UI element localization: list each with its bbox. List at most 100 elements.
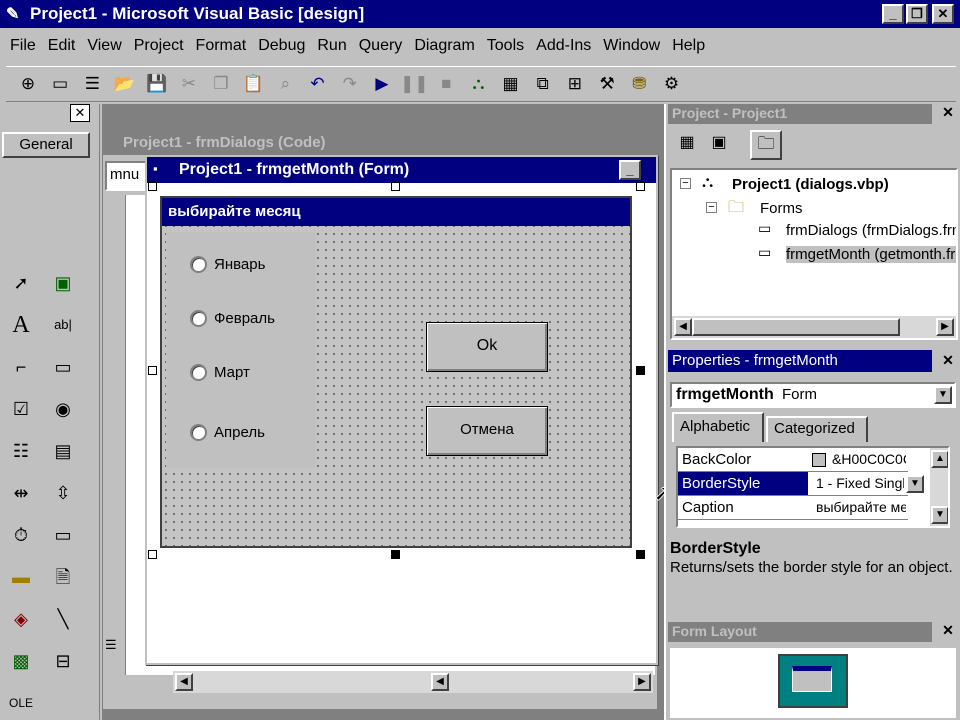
pointer-tool-icon[interactable]: ➚ [4, 266, 38, 300]
tree-scroll-thumb[interactable] [692, 318, 900, 336]
close-button[interactable]: ✕ [932, 4, 954, 24]
menu-view[interactable]: View [81, 33, 127, 59]
drivelistbox-tool-icon[interactable]: ▭ [46, 518, 80, 552]
code-hscrollbar[interactable]: ◀ ◀ ▶ [173, 671, 653, 693]
vscrollbar-tool-icon[interactable]: ⇳ [46, 476, 80, 510]
hscrollbar-tool-icon[interactable]: ⇹ [4, 476, 38, 510]
resize-handle-top[interactable] [391, 182, 400, 191]
data-tool-icon[interactable]: ⊟ [46, 644, 80, 678]
project-tree-hscrollbar[interactable]: ◀ ▶ [672, 316, 956, 338]
filelistbox-tool-icon[interactable]: 🗎 [46, 560, 80, 594]
listbox-tool-icon[interactable]: ▤ [46, 434, 80, 468]
copy-icon[interactable]: ❐ [207, 70, 235, 98]
timer-tool-icon[interactable]: ⏱ [4, 518, 38, 552]
tree-collapse-icon[interactable]: − [680, 178, 691, 189]
menu-project[interactable]: Project [128, 33, 190, 59]
resize-handle-bottom-left[interactable] [148, 550, 157, 559]
menu-run[interactable]: Run [311, 33, 352, 59]
add-form-icon[interactable]: ▭ [46, 70, 74, 98]
scroll-left-icon[interactable]: ◀ [175, 673, 193, 691]
resize-handle-top-right[interactable] [636, 182, 645, 191]
restore-button[interactable]: ❐ [906, 4, 928, 24]
option-january[interactable] [190, 256, 207, 273]
option-february[interactable] [190, 310, 207, 327]
line-tool-icon[interactable]: ╲ [46, 602, 80, 636]
toolbox-close-icon[interactable]: ✕ [70, 104, 90, 122]
option-march[interactable] [190, 364, 207, 381]
ok-button[interactable]: Ok [426, 322, 548, 372]
procedure-view-icon[interactable]: ☰ [105, 637, 125, 657]
tab-categorized[interactable]: Categorized [766, 416, 868, 442]
designed-form[interactable]: выбирайте месяц Январь Февраль Март Апре… [160, 196, 632, 548]
object-selector-dropdown-icon[interactable]: ▼ [934, 386, 952, 404]
toggle-folders-icon[interactable]: 🗀 [750, 130, 782, 160]
property-row-caption[interactable]: Caption выбирайте месяц [678, 496, 908, 520]
undo-icon[interactable]: ↶ [304, 70, 332, 98]
textbox-tool-icon[interactable]: ab| [46, 308, 80, 342]
start-icon[interactable]: ▶ [368, 70, 396, 98]
data-view-icon[interactable]: ⛃ [625, 70, 653, 98]
properties-titlebar[interactable]: Properties - frmgetMonth [668, 350, 932, 372]
project-explorer-titlebar[interactable]: Project - Project1 [668, 104, 932, 124]
view-object-icon[interactable]: ▣ [706, 132, 732, 158]
property-value[interactable]: 1 - Fixed Single [816, 475, 904, 491]
project-item-frmdialogs[interactable]: frmDialogs (frmDialogs.frm) [786, 222, 956, 239]
form-layout-titlebar[interactable]: Form Layout [668, 622, 932, 642]
form-designer-titlebar[interactable]: ▪ Project1 - frmgetMonth (Form) _ [147, 157, 656, 183]
forms-folder[interactable]: Forms [760, 200, 803, 217]
project-item-frmgetmonth[interactable]: frmgetMonth (getmonth.frm) [786, 246, 956, 263]
option-april[interactable] [190, 424, 207, 441]
resize-handle-top-left[interactable] [148, 182, 157, 191]
frame-tool-icon[interactable]: ⌐ [4, 350, 38, 384]
component-manager-icon[interactable]: ⚙ [657, 70, 685, 98]
form-designer-minimize-button[interactable]: _ [619, 160, 641, 180]
properties-close-icon[interactable]: ✕ [938, 352, 958, 370]
tree-scroll-left-icon[interactable]: ◀ [674, 318, 692, 336]
image-tool-icon[interactable]: ▩ [4, 644, 38, 678]
checkbox-tool-icon[interactable]: ☑ [4, 392, 38, 426]
tab-alphabetic[interactable]: Alphabetic [672, 412, 764, 442]
resize-handle-bottom[interactable] [391, 550, 400, 559]
toolbox-general-tab[interactable]: General [2, 132, 90, 158]
scroll-right-end-icon[interactable]: ▶ [633, 673, 651, 691]
property-scroll-up-icon[interactable]: ▲ [931, 450, 948, 468]
find-icon[interactable]: ⌕ [271, 70, 299, 98]
menu-query[interactable]: Query [353, 33, 409, 59]
menu-file[interactable]: File [4, 33, 42, 59]
toolbox-icon[interactable]: ⚒ [593, 70, 621, 98]
redo-icon[interactable]: ↷ [336, 70, 364, 98]
menu-diagram[interactable]: Diagram [408, 33, 480, 59]
menu-debug[interactable]: Debug [252, 33, 311, 59]
project-explorer-icon[interactable]: ⛬ [464, 70, 492, 98]
cancel-button[interactable]: Отмена [426, 406, 548, 456]
project-explorer-close-icon[interactable]: ✕ [938, 104, 958, 122]
folder-collapse-icon[interactable]: − [706, 202, 717, 213]
paste-icon[interactable]: 📋 [239, 70, 267, 98]
menu-editor-icon[interactable]: ☰ [78, 70, 106, 98]
monitor-preview-icon[interactable] [778, 654, 848, 708]
properties-window-icon[interactable]: ▦ [497, 70, 525, 98]
menu-format[interactable]: Format [190, 33, 253, 59]
menu-edit[interactable]: Edit [42, 33, 82, 59]
project-root[interactable]: Project1 (dialogs.vbp) [732, 176, 889, 193]
tree-scroll-right-icon[interactable]: ▶ [936, 318, 954, 336]
shape-tool-icon[interactable]: ◈ [4, 602, 38, 636]
property-grid-vscrollbar[interactable]: ▲ ▼ [930, 448, 948, 526]
resize-handle-bottom-right[interactable] [636, 550, 645, 559]
form-layout-icon[interactable]: ⧉ [529, 70, 557, 98]
resize-handle-left[interactable] [148, 366, 157, 375]
cut-icon[interactable]: ✂ [175, 70, 203, 98]
form-position-preview[interactable] [792, 666, 832, 692]
save-icon[interactable]: 💾 [143, 70, 171, 98]
object-browser-icon[interactable]: ⊞ [561, 70, 589, 98]
menu-add-ins[interactable]: Add-Ins [530, 33, 597, 59]
minimize-button[interactable]: _ [882, 4, 904, 24]
menu-window[interactable]: Window [597, 33, 666, 59]
end-icon[interactable]: ■ [432, 70, 460, 98]
combobox-tool-icon[interactable]: ☷ [4, 434, 38, 468]
object-selector[interactable]: frmgetMonth Form ▼ [670, 382, 956, 408]
property-dropdown-icon[interactable]: ▼ [906, 475, 924, 493]
commandbutton-tool-icon[interactable]: ▭ [46, 350, 80, 384]
property-scroll-down-icon[interactable]: ▼ [931, 506, 948, 524]
optionbutton-tool-icon[interactable]: ◉ [46, 392, 80, 426]
